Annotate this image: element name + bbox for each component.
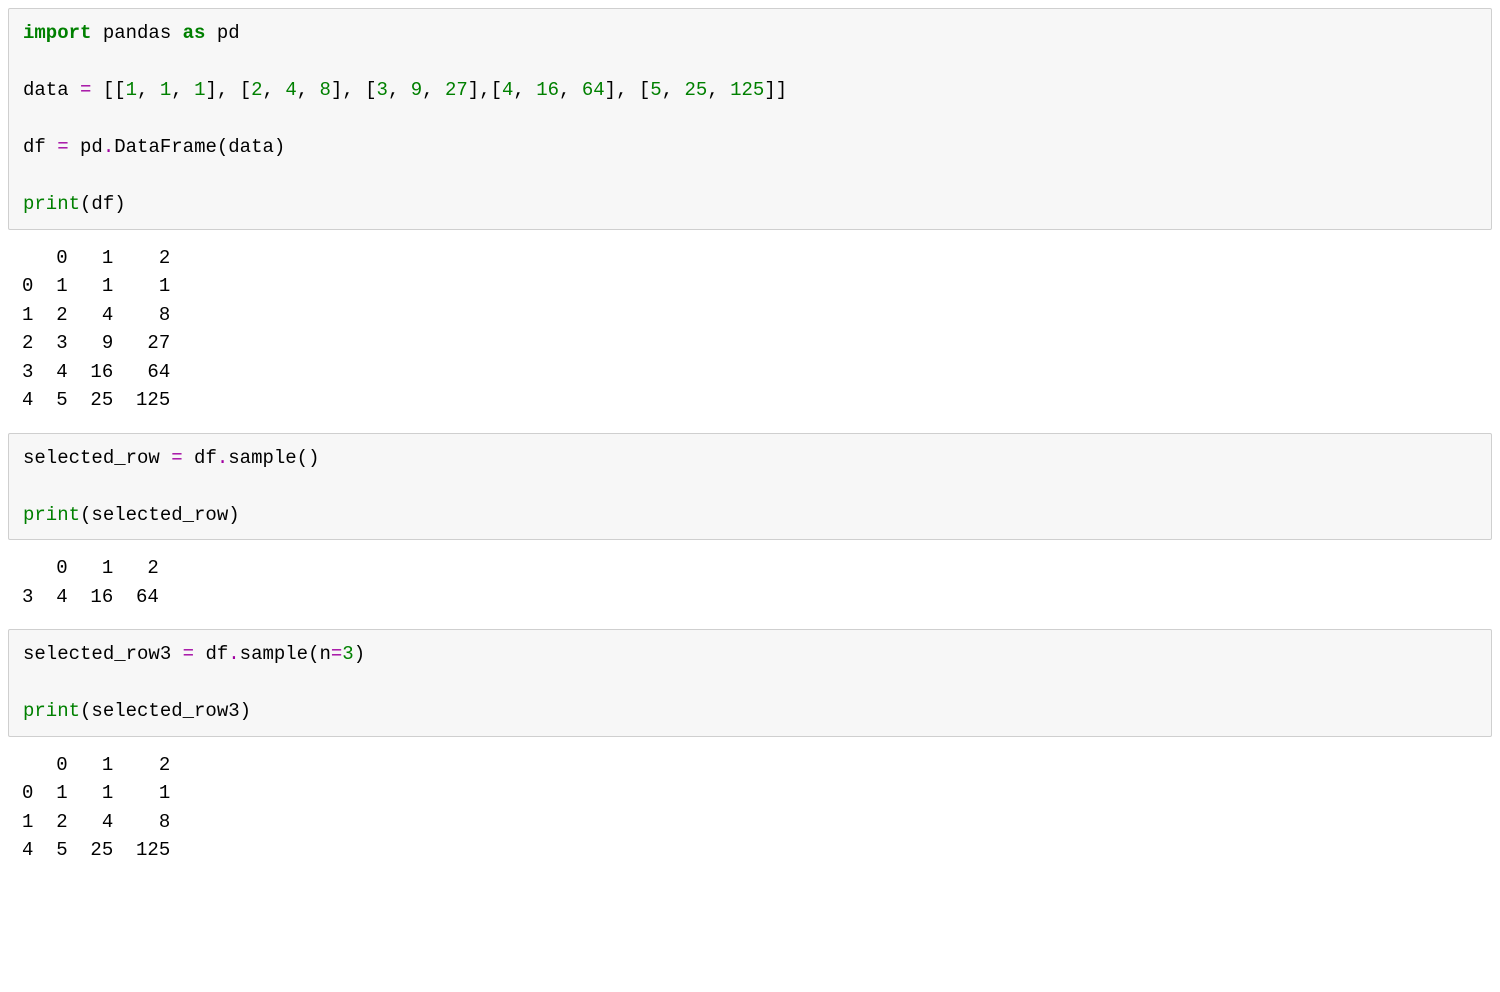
code-token: = xyxy=(171,447,182,469)
code-cell-output-0: 0 1 2 0 1 1 1 1 2 4 8 2 3 9 27 3 4 16 64… xyxy=(8,238,1492,433)
code-token: 125 xyxy=(730,79,764,101)
code-token: ], [ xyxy=(605,79,651,101)
code-token: ],[ xyxy=(468,79,502,101)
code-token: import xyxy=(23,22,91,44)
code-token: pd xyxy=(69,136,103,158)
code-token: = xyxy=(331,643,342,665)
code-token: 4 xyxy=(502,79,513,101)
code-token: , xyxy=(263,79,286,101)
code-token: , xyxy=(171,79,194,101)
code-token: 16 xyxy=(536,79,559,101)
code-token: , xyxy=(513,79,536,101)
code-token: . xyxy=(228,643,239,665)
code-token: selected_row3 xyxy=(23,643,183,665)
code-cell-input-1[interactable]: selected_row = df.sample() print(selecte… xyxy=(8,433,1492,541)
code-token: , xyxy=(662,79,685,101)
code-token: DataFrame(data) xyxy=(114,136,285,158)
code-cell-input-0[interactable]: import pandas as pd data = [[1, 1, 1], [… xyxy=(8,8,1492,230)
code-token: ]] xyxy=(764,79,787,101)
code-token: , xyxy=(137,79,160,101)
code-token: , xyxy=(297,79,320,101)
code-token: data xyxy=(23,79,80,101)
notebook-container: import pandas as pd data = [[1, 1, 1], [… xyxy=(8,8,1492,883)
code-token: as xyxy=(183,22,206,44)
code-token: (selected_row3) xyxy=(80,700,251,722)
code-token: = xyxy=(183,643,194,665)
code-token: df xyxy=(194,643,228,665)
code-token: 64 xyxy=(582,79,605,101)
code-token: print xyxy=(23,700,80,722)
code-cell-input-2[interactable]: selected_row3 = df.sample(n=3) print(sel… xyxy=(8,629,1492,737)
code-token: 25 xyxy=(685,79,708,101)
code-token: 4 xyxy=(285,79,296,101)
code-token: 1 xyxy=(160,79,171,101)
code-token: pd xyxy=(205,22,239,44)
code-token: (selected_row) xyxy=(80,504,240,526)
code-token: ], [ xyxy=(205,79,251,101)
code-token: 8 xyxy=(320,79,331,101)
code-token: selected_row xyxy=(23,447,171,469)
code-cell-output-1: 0 1 2 3 4 16 64 xyxy=(8,548,1492,629)
code-token: pandas xyxy=(91,22,182,44)
code-token: sample(n xyxy=(240,643,331,665)
code-token: 9 xyxy=(411,79,422,101)
code-token: , xyxy=(422,79,445,101)
code-token: , xyxy=(559,79,582,101)
code-token: ], [ xyxy=(331,79,377,101)
code-token: 27 xyxy=(445,79,468,101)
code-token: 3 xyxy=(342,643,353,665)
code-token: (df) xyxy=(80,193,126,215)
code-token: 5 xyxy=(650,79,661,101)
code-token: = xyxy=(80,79,91,101)
code-token: = xyxy=(57,136,68,158)
code-token: print xyxy=(23,504,80,526)
code-cell-output-2: 0 1 2 0 1 1 1 1 2 4 8 4 5 25 125 xyxy=(8,745,1492,883)
code-token: 1 xyxy=(194,79,205,101)
code-token: [[ xyxy=(91,79,125,101)
code-token: df xyxy=(183,447,217,469)
code-token: 1 xyxy=(126,79,137,101)
code-token: ) xyxy=(354,643,365,665)
code-token: print xyxy=(23,193,80,215)
code-token: 2 xyxy=(251,79,262,101)
code-token: , xyxy=(707,79,730,101)
code-token: 3 xyxy=(377,79,388,101)
code-token: . xyxy=(217,447,228,469)
code-token: . xyxy=(103,136,114,158)
code-token: , xyxy=(388,79,411,101)
code-token: df xyxy=(23,136,57,158)
code-token: sample() xyxy=(228,447,319,469)
